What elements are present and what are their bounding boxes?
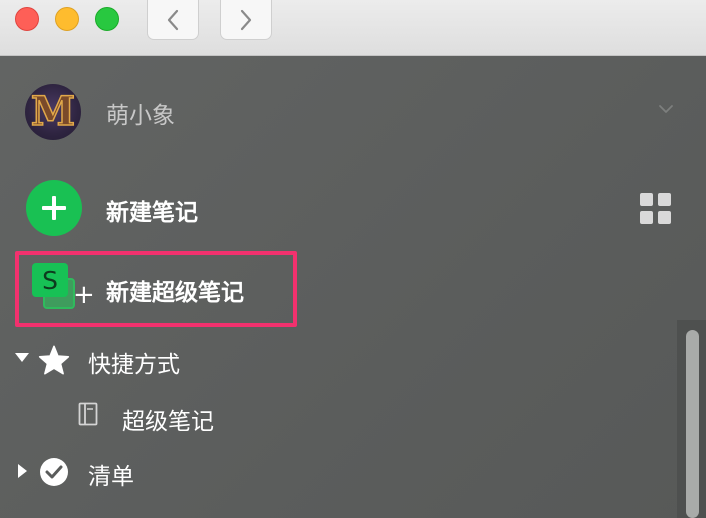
avatar-monogram: M — [30, 88, 76, 135]
chevron-down-icon[interactable] — [657, 103, 675, 115]
close-window-button[interactable] — [15, 7, 39, 31]
zoom-window-button[interactable] — [95, 7, 119, 31]
document-icon — [78, 402, 98, 426]
back-button[interactable] — [147, 0, 199, 40]
disclosure-collapsed-icon[interactable] — [18, 464, 27, 478]
minimize-window-button[interactable] — [55, 7, 79, 31]
chevron-right-icon — [240, 9, 252, 30]
super-note-letter: S — [32, 263, 68, 297]
new-note-label[interactable]: 新建笔记 — [106, 193, 198, 227]
shortcuts-section[interactable]: 快捷方式 — [88, 345, 180, 379]
shortcut-item-super-note[interactable]: 超级笔记 — [122, 402, 214, 436]
new-note-button[interactable] — [26, 180, 82, 236]
check-circle-icon — [40, 458, 68, 486]
title-bar — [0, 0, 706, 56]
forward-button[interactable] — [220, 0, 272, 40]
plus-icon — [42, 196, 66, 220]
star-icon — [38, 345, 70, 375]
new-super-note-label[interactable]: 新建超级笔记 — [106, 273, 244, 307]
list-section[interactable]: 清单 — [88, 457, 134, 491]
grid-icon[interactable] — [640, 193, 671, 224]
scrollbar-thumb[interactable] — [686, 330, 699, 518]
new-super-note-icon[interactable]: S + — [32, 263, 95, 313]
avatar[interactable]: M — [25, 84, 81, 140]
plus-icon: + — [73, 280, 95, 310]
chevron-left-icon — [167, 9, 179, 30]
account-name[interactable]: 萌小象 — [106, 96, 175, 130]
disclosure-expanded-icon[interactable] — [15, 353, 29, 363]
